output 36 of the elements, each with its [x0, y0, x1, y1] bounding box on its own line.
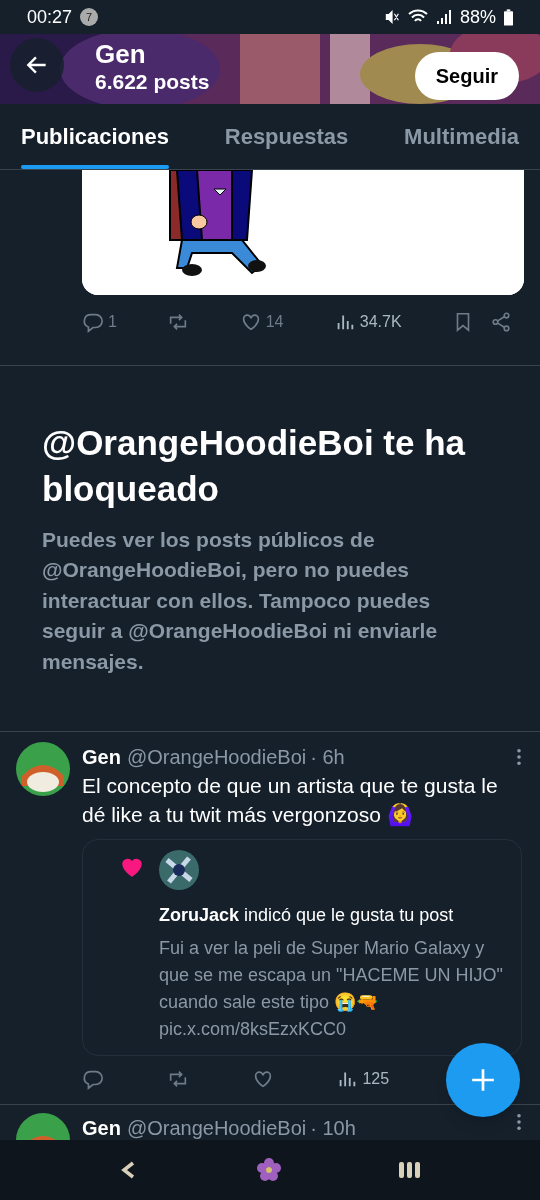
avatar[interactable] — [16, 742, 70, 797]
author-name: Gen — [82, 1115, 121, 1140]
post-time: · 10h — [310, 1115, 356, 1140]
tab[interactable]: Publicaciones — [21, 104, 169, 169]
battery-level: 88% — [459, 5, 496, 29]
follow-button[interactable]: Seguir — [414, 52, 519, 100]
mute-icon — [383, 9, 400, 25]
heart-count: 14 — [265, 312, 284, 332]
author-handle: @OrangeHoodieBoi — [126, 1115, 307, 1140]
blocked-title: @OrangeHoodieBoi te ha bloqueado — [42, 422, 467, 510]
views-count: 125 — [362, 1068, 390, 1089]
tab[interactable]: Respuestas — [224, 104, 349, 169]
clock: 00:27 — [27, 5, 73, 29]
post-count: 6.622 posts — [95, 68, 210, 95]
more-icon[interactable] — [516, 1112, 522, 1131]
tab[interactable]: Multimedia — [404, 104, 519, 169]
battery-icon — [504, 8, 513, 26]
author-handle: @OrangeHoodieBoi — [126, 745, 307, 771]
signal-icon — [435, 9, 452, 25]
like-notification: ZoruJack indicó que le gusta tu post — [159, 903, 455, 927]
quoted-post-text: Fui a ver la peli de Super Mario Galaxy y que se me escapa un "HACEME UN HIJO" cuando sale este tipo 😭🔫 pic.x.com/8ksEzxKCC0 — [159, 936, 504, 1041]
reply-icon[interactable] — [82, 311, 104, 333]
author-name: Gen — [82, 745, 121, 771]
plus-icon — [470, 1067, 496, 1093]
profile-name: Gen — [95, 38, 147, 71]
avatar[interactable] — [159, 849, 199, 890]
reply-count: 1 — [108, 312, 117, 332]
views-count: 34.7K — [359, 312, 402, 332]
recent-apps-icon[interactable] — [399, 1162, 421, 1178]
flower-icon[interactable] — [257, 1158, 281, 1182]
more-icon[interactable] — [516, 748, 522, 767]
post-text: El concepto de que un artista que te gusta le dé like a tu twit más vergonzoso 🙆‍♀ — [82, 773, 499, 829]
notification-badge: 7 — [80, 8, 99, 26]
post-time: · 6h — [310, 745, 345, 771]
share-icon[interactable] — [489, 311, 512, 333]
blocked-message: Puedes ver los posts públicos de @OrangeHoodieBoi, pero no puedes interactuar con ellos. Tampoco puedes seguir a @OrangeHoodieBoi ni enviarle mensajes. — [42, 527, 439, 675]
